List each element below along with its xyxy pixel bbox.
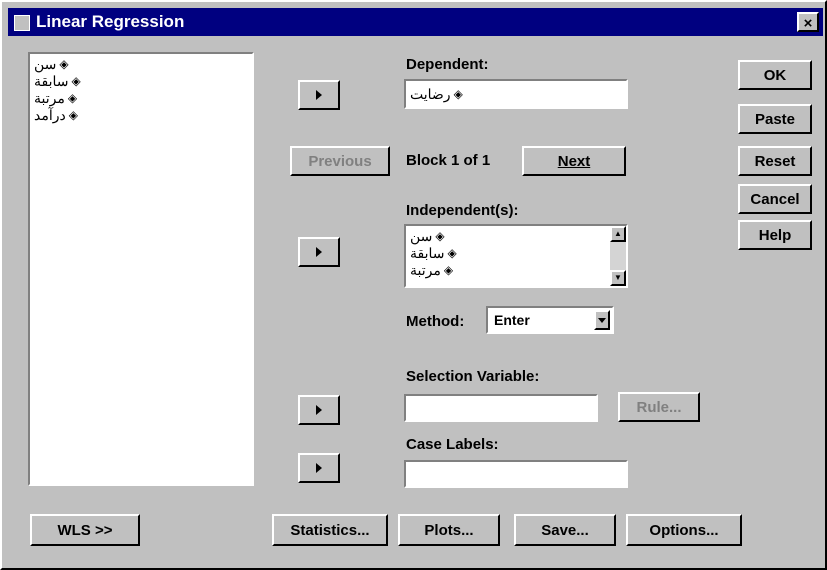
ruler-icon: ◈ xyxy=(59,57,69,71)
list-item[interactable]: ◈ سن xyxy=(34,56,70,73)
next-button[interactable]: Next xyxy=(522,146,626,176)
dependent-value: ◈ رضايت xyxy=(410,86,463,102)
wls-button[interactable]: WLS >> xyxy=(30,514,140,546)
independents-label: Independent(s): xyxy=(406,202,519,219)
app-icon xyxy=(14,15,30,31)
ruler-icon: ◈ xyxy=(453,87,463,101)
move-to-case-labels-button[interactable] xyxy=(298,453,340,483)
list-item[interactable]: ◈ مرتبة xyxy=(34,90,77,107)
cancel-button[interactable]: Cancel xyxy=(738,184,812,214)
rule-button[interactable]: Rule... xyxy=(618,392,700,422)
previous-button[interactable]: Previous xyxy=(290,146,390,176)
ruler-icon: ◈ xyxy=(443,263,454,277)
ok-button[interactable]: OK xyxy=(738,60,812,90)
method-select[interactable]: Enter xyxy=(486,306,614,334)
ruler-icon: ◈ xyxy=(67,91,78,105)
dependent-field[interactable]: ◈ رضايت xyxy=(404,79,628,109)
move-to-dependent-button[interactable] xyxy=(298,80,340,110)
case-labels-field[interactable] xyxy=(404,460,628,488)
independents-list[interactable]: ◈ سن ◈ سابقة ◈ مرتبة ▲ ▼ xyxy=(404,224,628,288)
save-button[interactable]: Save... xyxy=(514,514,616,546)
chevron-down-icon[interactable] xyxy=(594,310,610,330)
source-variable-list[interactable]: ◈ سن ◈ سابقة ◈ مرتبة ◈ درآمد xyxy=(28,52,254,486)
scroll-up-icon[interactable]: ▲ xyxy=(610,226,626,242)
window-title: Linear Regression xyxy=(36,12,185,31)
move-to-independents-button[interactable] xyxy=(298,237,340,267)
help-button[interactable]: Help xyxy=(738,220,812,250)
list-item[interactable]: ◈ مرتبة xyxy=(410,262,454,279)
dependent-label: Dependent: xyxy=(406,56,489,73)
list-item[interactable]: ◈ سابقة xyxy=(34,73,81,90)
list-item[interactable]: ◈ سابقة xyxy=(410,245,457,262)
paste-button[interactable]: Paste xyxy=(738,104,812,134)
statistics-button[interactable]: Statistics... xyxy=(272,514,388,546)
ruler-icon: ◈ xyxy=(447,246,457,260)
list-item[interactable]: ◈ سن xyxy=(410,228,450,245)
list-item[interactable]: ◈ درآمد xyxy=(34,107,78,124)
ruler-icon: ◈ xyxy=(71,74,81,88)
arrow-right-icon xyxy=(316,247,322,257)
arrow-right-icon xyxy=(316,405,322,415)
arrow-right-icon xyxy=(316,90,322,100)
block-status: Block 1 of 1 xyxy=(406,152,491,169)
reset-button[interactable]: Reset xyxy=(738,146,812,176)
plots-button[interactable]: Plots... xyxy=(398,514,500,546)
linear-regression-dialog: Linear Regression × ◈ سن ◈ سابقة ◈ مرتبة… xyxy=(0,0,827,570)
selection-variable-field[interactable] xyxy=(404,394,598,422)
close-button[interactable]: × xyxy=(797,12,819,32)
title-bar[interactable]: Linear Regression × xyxy=(8,8,823,36)
case-labels-label: Case Labels: xyxy=(406,436,499,453)
selection-variable-label: Selection Variable: xyxy=(406,368,540,385)
method-label: Method: xyxy=(406,313,465,330)
independents-scrollbar[interactable]: ▲ ▼ xyxy=(610,226,626,286)
ruler-icon: ◈ xyxy=(68,108,78,122)
options-button[interactable]: Options... xyxy=(626,514,742,546)
move-to-selection-button[interactable] xyxy=(298,395,340,425)
arrow-right-icon xyxy=(316,463,322,473)
ruler-icon: ◈ xyxy=(435,229,445,243)
scroll-down-icon[interactable]: ▼ xyxy=(610,270,626,286)
method-value: Enter xyxy=(494,312,530,328)
